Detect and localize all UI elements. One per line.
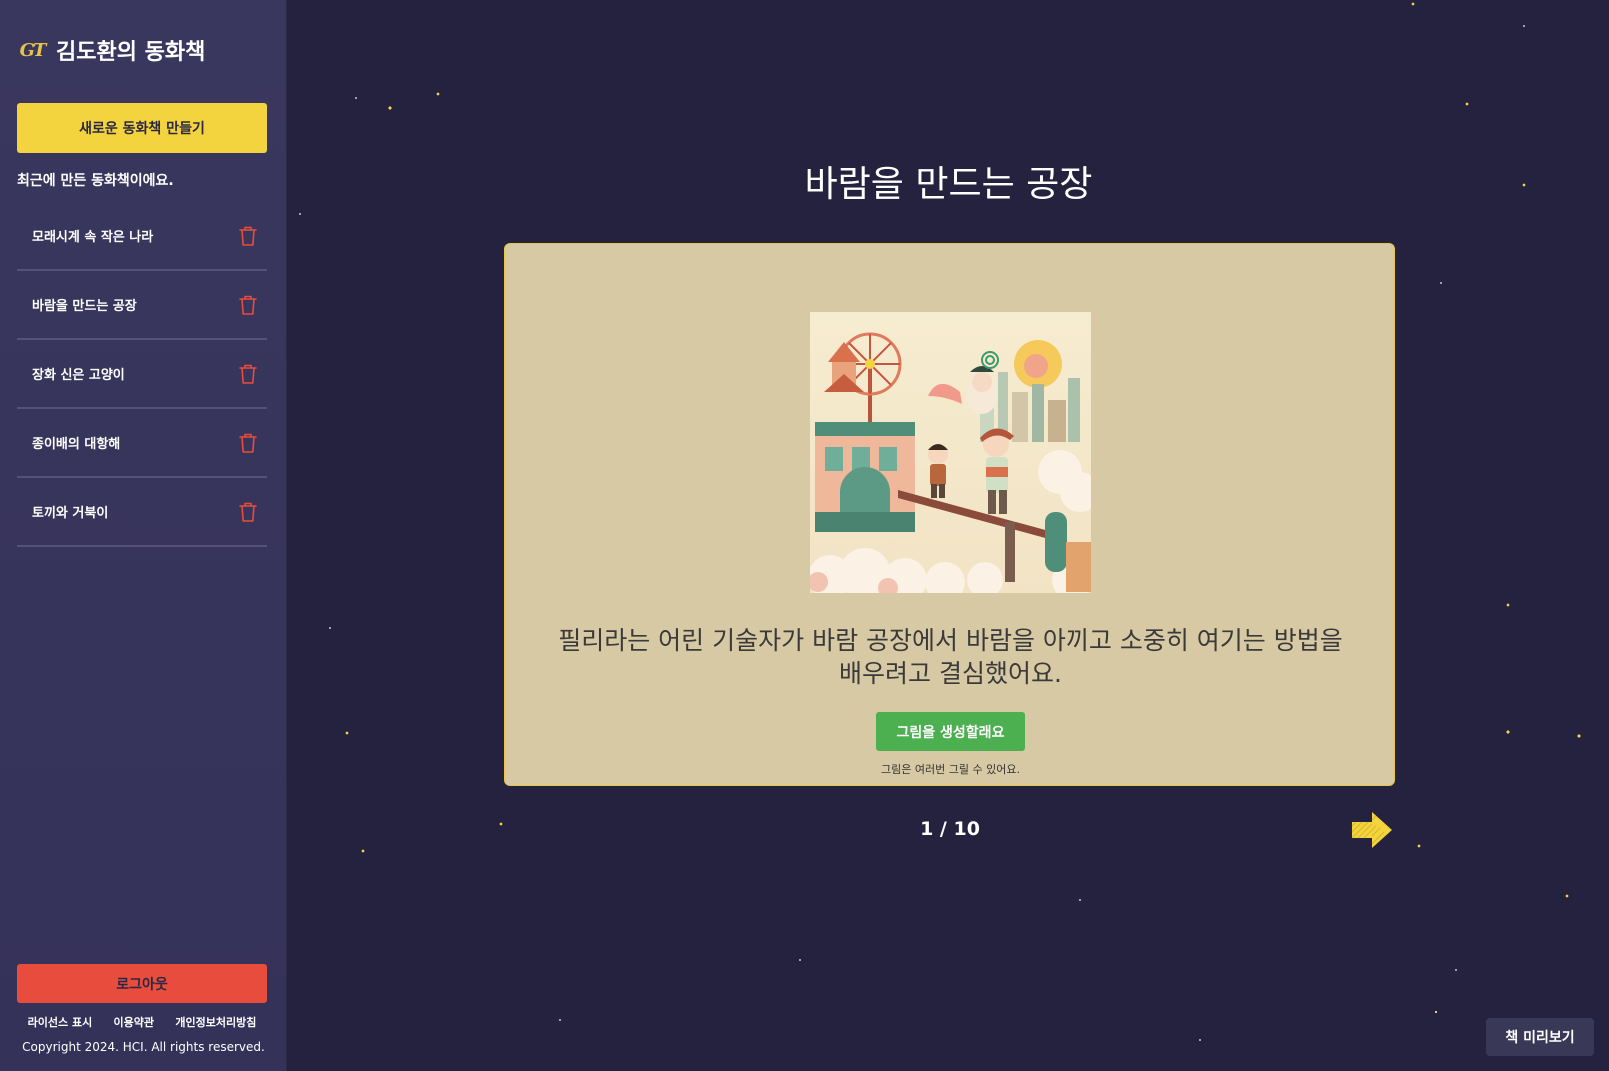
book-title: 모래시계 속 작은 나라: [32, 230, 154, 245]
gt-logo-icon: GT: [19, 39, 47, 61]
copyright-text: Copyright 2024. HCI. All rights reserved…: [22, 1040, 265, 1054]
page-indicator: 1 / 10: [920, 818, 980, 840]
book-list-item[interactable]: 종이배의 대항해: [17, 409, 267, 478]
book-list-item[interactable]: 장화 신은 고양이: [17, 340, 267, 409]
book-title: 장화 신은 고양이: [32, 368, 125, 383]
story-text: 필리라는 어린 기술자가 바람 공장에서 바람을 아끼고 소중히 여기는 방법을…: [558, 626, 1343, 688]
generate-hint: 그림은 여러번 그릴 수 있어요.: [881, 763, 1020, 776]
trash-icon[interactable]: [238, 294, 258, 316]
story-illustration: [810, 312, 1091, 593]
recent-books-label: 최근에 만든 동화책이에요.: [17, 173, 174, 189]
book-title: 종이배의 대항해: [32, 437, 121, 452]
footer-links: 라이선스 표시 이용약관 개인정보처리방침: [17, 1014, 267, 1030]
brand[interactable]: GT 김도환의 동화책: [19, 34, 206, 66]
book-list-item[interactable]: 토끼와 거북이: [17, 478, 267, 547]
recent-book-list: 모래시계 속 작은 나라 바람을 만드는 공장 장화 신은 고양이 종이배의 대…: [17, 202, 267, 547]
story-card: 필리라는 어린 기술자가 바람 공장에서 바람을 아끼고 소중히 여기는 방법을…: [504, 243, 1395, 786]
sidebar: GT 김도환의 동화책 새로운 동화책 만들기 최근에 만든 동화책이에요. 모…: [0, 0, 287, 1071]
book-title-heading: 바람을 만드는 공장: [804, 164, 1093, 205]
book-list-item[interactable]: 모래시계 속 작은 나라: [17, 202, 267, 271]
arrow-right-icon[interactable]: [1350, 808, 1394, 852]
trash-icon[interactable]: [238, 363, 258, 385]
logout-button[interactable]: 로그아웃: [17, 964, 267, 1003]
book-title: 바람을 만드는 공장: [32, 299, 137, 314]
trash-icon[interactable]: [238, 501, 258, 523]
trash-icon[interactable]: [238, 225, 258, 247]
privacy-link[interactable]: 개인정보처리방침: [175, 1014, 256, 1030]
generate-image-button[interactable]: 그림을 생성할래요: [876, 712, 1025, 751]
license-link[interactable]: 라이선스 표시: [28, 1014, 93, 1030]
trash-icon[interactable]: [238, 432, 258, 454]
new-book-button[interactable]: 새로운 동화책 만들기: [17, 103, 267, 153]
book-preview-button[interactable]: 책 미리보기: [1486, 1018, 1594, 1056]
book-title: 토끼와 거북이: [32, 506, 109, 521]
app-title: 김도환의 동화책: [56, 40, 206, 65]
terms-link[interactable]: 이용약관: [114, 1014, 154, 1030]
book-list-item[interactable]: 바람을 만드는 공장: [17, 271, 267, 340]
